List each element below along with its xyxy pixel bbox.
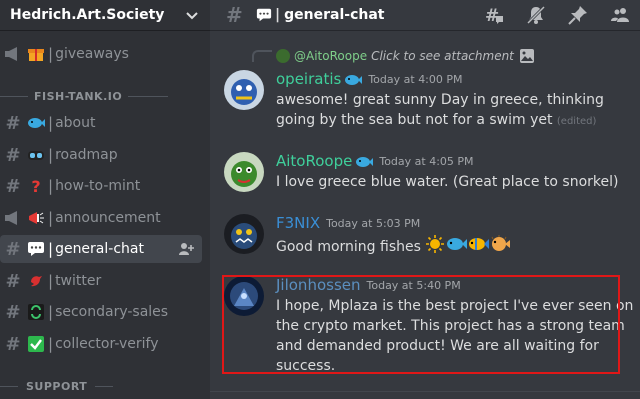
category-fish-tank[interactable]: FISH-TANK.IO [0,88,210,104]
channel-how-to-mint[interactable]: # ? | how-to-mint [0,172,202,200]
check-box-icon [27,335,45,353]
hash-icon: # [5,301,21,323]
fish-badge-icon [355,154,374,168]
mute-bell-icon[interactable] [526,5,546,25]
category-label: FISH-TANK.IO [34,89,123,103]
channel-twitter[interactable]: # | twitter [0,267,202,295]
channel-header: # | general-chat # [210,0,640,30]
message: F3NIX Today at 5:03 PM Good morning fish… [224,214,634,256]
channel-label: twitter [55,273,102,289]
gift-icon [27,45,45,63]
channel-sidebar: Hedrich.Art.Society | giveaways FISH-TAN… [0,0,210,399]
timestamp: Today at 4:00 PM [368,72,463,86]
message: opeiratis Today at 4:00 PM awesome! grea… [224,70,634,132]
sun-emoji-icon [425,234,445,260]
channel-label: collector-verify [55,336,159,352]
channel-collector-verify[interactable]: # | collector-verify [0,330,202,358]
reply-connector [252,50,272,62]
channel-label: about [55,115,96,131]
hash-icon: # [5,144,21,166]
fish-icon [27,114,45,132]
fish-badge-icon [344,72,363,86]
username[interactable]: F3NIX [276,214,320,232]
speech-bubble-icon [27,240,45,258]
channel-label: how-to-mint [55,178,141,194]
announcement-channel-icon [4,45,22,63]
announcement-channel-icon [4,209,22,227]
recycle-icon [27,303,45,321]
reply-text[interactable]: Click to see attachment [371,49,514,63]
message: AitoRoope Today at 4:05 PM I love greece… [224,152,634,194]
channel-about[interactable]: # | about [0,109,202,137]
speech-bubble-icon [256,7,272,23]
username[interactable]: AitoRoope [276,152,352,170]
channel-label: secondary-sales [55,304,169,320]
bird-icon [27,272,45,290]
message-content: I love greece blue water. (Great place t… [276,174,619,190]
channel-label: general-chat [55,241,144,257]
message-content: Good morning fishes [276,234,636,260]
divider [210,391,640,392]
threads-icon[interactable]: # [484,5,504,26]
blowfish-emoji-icon [489,235,511,259]
reply-reference[interactable]: @AitoRoope Click to see attachment [276,49,534,63]
avatar[interactable] [224,214,264,254]
channel-title: general-chat [284,7,385,23]
invite-user-icon[interactable] [178,241,194,257]
timestamp: Today at 5:03 PM [326,216,421,230]
channel-roadmap[interactable]: # | roadmap [0,141,202,169]
message-content: awesome! great sunny Day in greece, thin… [276,92,604,128]
channel-announcement[interactable]: | announcement [0,204,202,232]
channel-giveaways[interactable]: | giveaways [0,40,202,68]
channel-general-chat[interactable]: # | general-chat [0,235,202,263]
channel-label: giveaways [55,46,129,62]
pin-icon[interactable] [568,5,588,25]
goggles-icon [27,146,45,164]
hash-icon: # [226,3,243,27]
hash-icon: # [5,333,21,355]
category-support[interactable]: SUPPORT [0,378,210,394]
timestamp: Today at 4:05 PM [379,154,474,168]
megaphone-icon [27,209,45,227]
server-header[interactable]: Hedrich.Art.Society [0,0,210,30]
avatar[interactable] [224,152,264,192]
highlight-box [222,275,620,374]
image-icon [519,49,534,63]
category-label: SUPPORT [26,379,88,393]
avatar[interactable] [224,70,264,110]
channel-label: announcement [55,210,161,226]
fish-emoji-icon [445,235,467,259]
members-icon[interactable] [610,5,630,25]
hash-icon: # [5,270,21,292]
question-mark-icon: ? [31,176,41,196]
hash-icon: # [5,238,21,260]
chevron-down-icon[interactable] [184,7,200,23]
channel-secondary-sales[interactable]: # | secondary-sales [0,298,202,326]
hash-icon: # [5,112,21,134]
reply-username[interactable]: @AitoRoope [294,49,367,63]
username[interactable]: opeiratis [276,70,341,88]
avatar [276,49,290,63]
edited-label: (edited) [556,116,597,127]
channel-label: roadmap [55,147,118,163]
hash-icon: # [5,175,21,197]
tropical-fish-emoji-icon [467,235,489,259]
server-name: Hedrich.Art.Society [10,7,165,23]
